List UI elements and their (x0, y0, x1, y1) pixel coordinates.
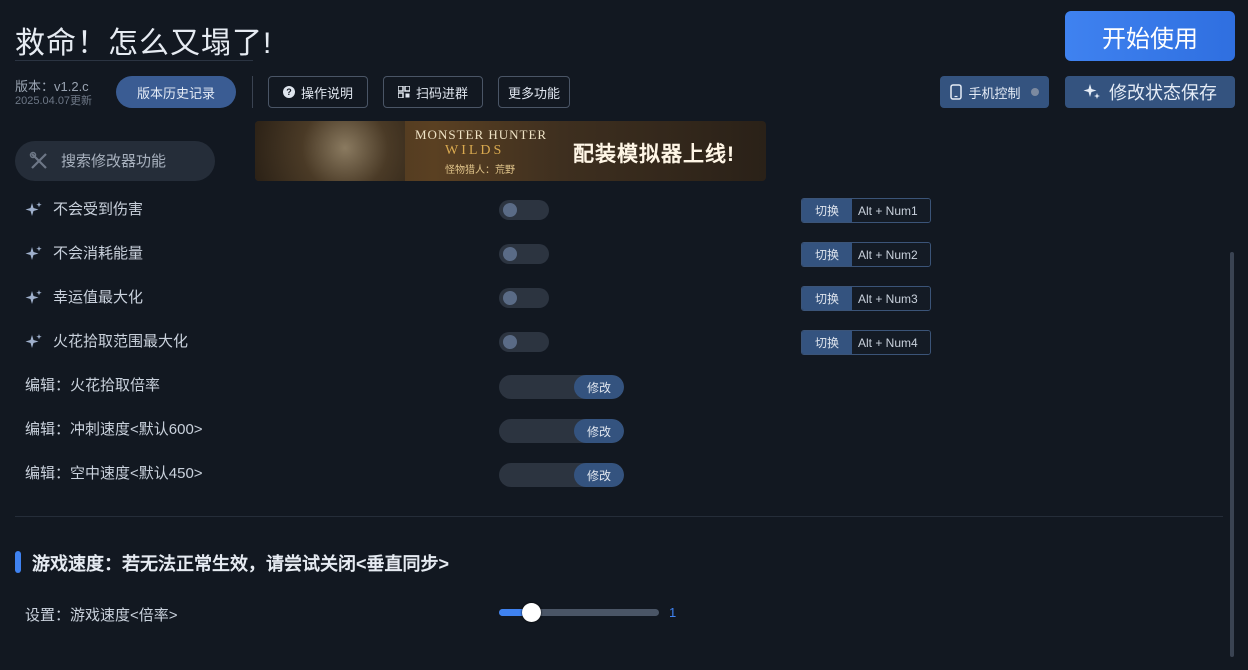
hotkey-text: Alt + Num3 (852, 287, 930, 310)
edit-field: 修改 (499, 419, 624, 443)
phone-icon (950, 84, 963, 100)
feature-toggle[interactable] (499, 332, 549, 352)
hotkey-text: Alt + Num4 (852, 331, 930, 354)
hotkey-group: 切换 Alt + Num4 (801, 330, 931, 355)
banner-logo-cn: 怪物猎人：荒野 (445, 165, 515, 176)
banner-art (255, 121, 405, 181)
toggle-knob (503, 203, 517, 217)
toggle-knob (503, 335, 517, 349)
version-text: 版本：v1.2.c (15, 79, 89, 94)
sparkle-icon (1083, 84, 1100, 99)
feature-toggle[interactable] (499, 200, 549, 220)
version-info: 版本：v1.2.c 2025.04.07更新 (15, 79, 92, 109)
phone-control-label: 手机控制 (968, 85, 1021, 101)
toolbar-divider (252, 76, 253, 108)
feature-row-no-damage: 不会受到伤害 切换 Alt + Num1 (15, 188, 1225, 232)
section-accent-bar (15, 551, 21, 573)
edit-label: 编辑：空中速度<默认450> (25, 465, 203, 482)
slider-handle[interactable] (522, 603, 541, 622)
hotkey-group: 切换 Alt + Num2 (801, 242, 931, 267)
section-title: 游戏速度：若无法正常生效，请尝试关闭<垂直同步> (32, 554, 450, 574)
update-date: 2025.04.07更新 (15, 95, 93, 107)
modify-button[interactable]: 修改 (574, 419, 624, 443)
feature-label: 不会受到伤害 (53, 201, 144, 218)
sparkle-icon (25, 290, 42, 304)
toggle-knob (503, 291, 517, 305)
sparkle-icon (25, 202, 42, 216)
search-input[interactable] (61, 152, 201, 170)
modify-button[interactable]: 修改 (574, 463, 624, 487)
sparkle-icon (25, 334, 42, 348)
edit-label: 编辑：冲刺速度<默认600> (25, 421, 203, 438)
modify-button[interactable]: 修改 (574, 375, 624, 399)
edit-field: 修改 (499, 375, 624, 399)
feature-toggle[interactable] (499, 288, 549, 308)
page-title: 救命！怎么又塌了! (15, 27, 273, 60)
banner-slogan: 配装模拟器上线! (573, 143, 735, 166)
qr-label: 扫码进群 (415, 85, 468, 101)
speed-label: 设置：游戏速度<倍率> (25, 607, 178, 624)
hotkey-text: Alt + Num2 (852, 243, 930, 266)
more-features-button[interactable]: 更多功能 (498, 76, 570, 108)
help-label: 操作说明 (300, 85, 353, 101)
edit-field: 修改 (499, 463, 624, 487)
switch-button[interactable]: 切换 (802, 287, 852, 310)
save-state-label: 修改状态保存 (1109, 83, 1217, 103)
banner-logo-title: MONSTER HUNTER (415, 127, 548, 142)
search-box[interactable] (15, 141, 215, 181)
start-button[interactable]: 开始使用 (1065, 11, 1235, 61)
feature-row-max-luck: 幸运值最大化 切换 Alt + Num3 (15, 276, 1225, 320)
feature-label: 幸运值最大化 (53, 289, 144, 306)
hotkey-group: 切换 Alt + Num1 (801, 198, 931, 223)
feature-label: 火花拾取范围最大化 (53, 333, 189, 350)
qr-group-button[interactable]: 扫码进群 (383, 76, 483, 108)
switch-button[interactable]: 切换 (802, 199, 852, 222)
scrollbar[interactable] (1230, 252, 1234, 657)
title-divider (15, 60, 253, 61)
feature-toggle[interactable] (499, 244, 549, 264)
switch-button[interactable]: 切换 (802, 331, 852, 354)
phone-control-button[interactable]: 手机控制 (940, 76, 1049, 108)
edit-row-air-speed: 编辑：空中速度<默认450> 修改 (15, 452, 1225, 496)
switch-button[interactable]: 切换 (802, 243, 852, 266)
feature-row-no-energy: 不会消耗能量 切换 Alt + Num2 (15, 232, 1225, 276)
toggle-knob (503, 247, 517, 261)
feature-row-max-spark-range: 火花拾取范围最大化 切换 Alt + Num4 (15, 320, 1225, 364)
promo-banner[interactable]: MONSTER HUNTER WILDS 怪物猎人：荒野 配装模拟器上线! (255, 121, 766, 181)
question-icon: ? (282, 86, 295, 98)
edit-input[interactable] (509, 422, 569, 436)
speed-value: 1 (669, 605, 677, 620)
sparkle-icon (25, 246, 42, 260)
tools-icon (29, 151, 47, 169)
edit-label: 编辑：火花拾取倍率 (25, 377, 161, 394)
edit-input[interactable] (509, 466, 569, 480)
help-button[interactable]: ? 操作说明 (268, 76, 368, 108)
edit-input[interactable] (509, 378, 569, 392)
section-divider (15, 516, 1223, 517)
banner-logo-subtitle: WILDS (445, 143, 505, 158)
hotkey-group: 切换 Alt + Num3 (801, 286, 931, 311)
qr-icon (397, 86, 410, 98)
hotkey-text: Alt + Num1 (852, 199, 930, 222)
status-dot (1030, 88, 1039, 96)
save-state-button[interactable]: 修改状态保存 (1065, 76, 1235, 108)
edit-row-sprint-speed: 编辑：冲刺速度<默认600> 修改 (15, 408, 1225, 452)
speed-slider[interactable] (499, 603, 659, 622)
version-history-button[interactable]: 版本历史记录 (116, 76, 236, 108)
edit-row-spark-rate: 编辑：火花拾取倍率 修改 (15, 364, 1225, 408)
feature-label: 不会消耗能量 (53, 245, 144, 262)
